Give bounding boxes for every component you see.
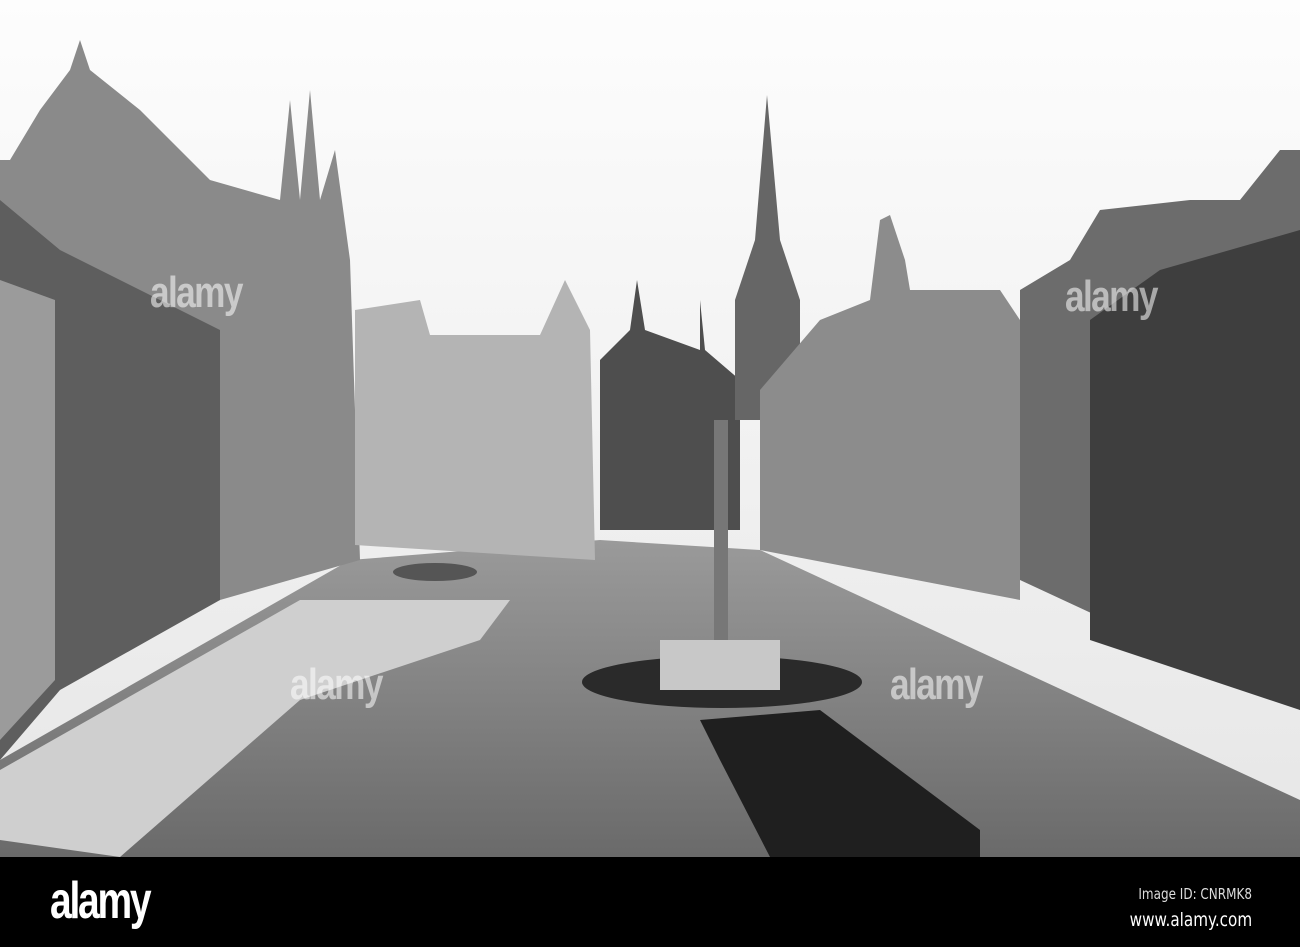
stock-photo-page: alamy alamy alamy alamy alamy Image ID: …: [0, 0, 1300, 947]
historic-square-photo: [0, 0, 1300, 857]
marian-column: [714, 420, 728, 640]
watermark: alamy: [290, 660, 383, 709]
watermark: alamy: [890, 660, 983, 709]
column-base: [660, 640, 780, 690]
fountain: [393, 563, 477, 581]
left-front-building: [0, 280, 55, 740]
image-id: Image ID: CNRMK8: [1138, 885, 1252, 903]
watermark: alamy: [1065, 272, 1158, 321]
alamy-logo: alamy: [50, 872, 152, 930]
watermark: alamy: [150, 268, 243, 317]
website-link[interactable]: www.alamy.com: [1129, 909, 1252, 931]
footer-bar: alamy Image ID: CNRMK8 www.alamy.com: [0, 857, 1300, 947]
